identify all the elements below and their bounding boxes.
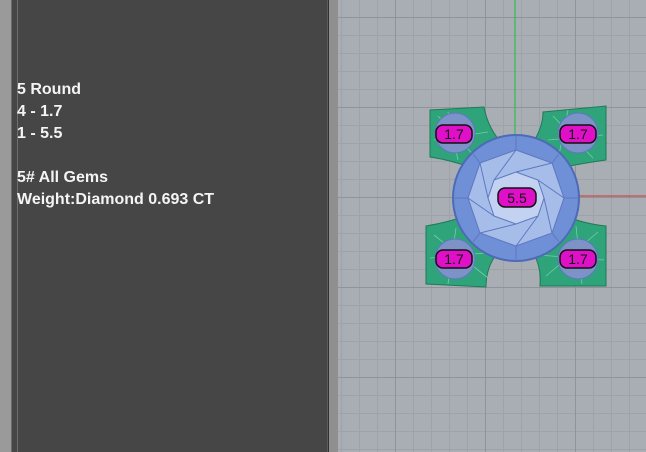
label-top-left-text: 1.7 [444, 126, 464, 142]
info-line-5: 5# All Gems [17, 169, 109, 186]
label-top-right: 1.7 [559, 124, 597, 144]
window-edge [0, 0, 11, 452]
info-panel [11, 0, 328, 452]
label-top-right-text: 1.7 [568, 126, 588, 142]
label-center: 5.5 [497, 187, 537, 208]
panel-divider [17, 0, 18, 452]
info-line-6: Weight:Diamond 0.693 CT [17, 191, 215, 208]
info-line-3: 1 - 5.5 [17, 125, 63, 142]
3d-viewport[interactable]: 1.7 1.7 5.5 1.7 1.7 [338, 0, 646, 452]
info-line-4 [17, 145, 214, 167]
label-center-text: 5.5 [507, 190, 527, 206]
label-bottom-left: 1.7 [435, 249, 473, 269]
label-bottom-right: 1.7 [559, 249, 597, 269]
gem-info-text: 5 Round 4 - 1.7 1 - 5.5 5# All Gems Weig… [17, 79, 214, 211]
info-line-1: 5 Round [17, 81, 81, 98]
label-top-left: 1.7 [435, 124, 473, 144]
viewport-canvas: 1.7 1.7 5.5 1.7 1.7 [425, 0, 646, 288]
label-bottom-left-text: 1.7 [444, 251, 464, 267]
label-bottom-right-text: 1.7 [568, 251, 588, 267]
info-line-2: 4 - 1.7 [17, 103, 63, 120]
